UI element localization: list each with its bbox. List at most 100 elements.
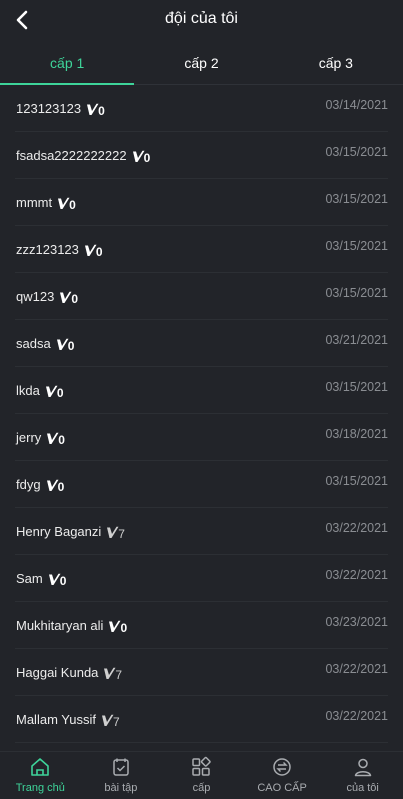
member-name: lkda 0 bbox=[16, 383, 64, 400]
nav-premium-label: CAO CẤP bbox=[257, 782, 307, 794]
user-icon bbox=[354, 758, 371, 777]
level-number: 0 bbox=[143, 151, 151, 165]
vip-v-icon bbox=[84, 244, 97, 256]
join-date: 03/22/2021 bbox=[325, 662, 388, 676]
level-number: 7 bbox=[115, 668, 123, 682]
exchange-icon bbox=[273, 758, 291, 776]
vip-v-icon bbox=[132, 150, 145, 162]
member-name: zzz123123 0 bbox=[16, 242, 103, 259]
member-name: fsadsa2222222222 0 bbox=[16, 148, 150, 165]
level-number: 0 bbox=[69, 198, 76, 212]
level-number: 7 bbox=[118, 527, 125, 541]
nav-premium[interactable]: CAO CẤP bbox=[242, 752, 323, 799]
join-date: 03/15/2021 bbox=[325, 380, 388, 394]
level-badge: 0 bbox=[59, 291, 78, 306]
member-row[interactable]: fdyg 0 03/15/2021 bbox=[15, 461, 388, 508]
member-row[interactable]: lkda 0 03/15/2021 bbox=[15, 367, 388, 414]
level-number: 0 bbox=[71, 292, 78, 306]
join-date: 03/15/2021 bbox=[325, 474, 388, 488]
level-number: 0 bbox=[57, 480, 65, 494]
member-name-text: qw123 bbox=[16, 289, 55, 304]
member-name: Mukhitaryan ali 0 bbox=[16, 618, 127, 635]
nav-level-label: cấp bbox=[192, 782, 211, 794]
nav-profile[interactable]: của tôi bbox=[322, 752, 403, 799]
nav-tasks[interactable]: bài tập bbox=[81, 752, 162, 799]
member-name: fdyg 0 bbox=[16, 477, 64, 494]
member-name-text: Haggai Kunda bbox=[16, 665, 99, 680]
member-row[interactable]: Mallam Yussif 7 03/22/2021 bbox=[15, 696, 388, 743]
level-number: 7 bbox=[112, 715, 120, 729]
level-badge: 0 bbox=[84, 244, 103, 259]
vip-v-icon bbox=[45, 385, 58, 397]
member-row[interactable]: sadsa 0 03/21/2021 bbox=[15, 320, 388, 367]
level-tabs: cấp 1 cấp 2 cấp 3 bbox=[0, 44, 403, 85]
member-name-text: sadsa bbox=[16, 336, 51, 351]
home-icon bbox=[31, 758, 50, 776]
member-row[interactable]: zzz123123 0 03/15/2021 bbox=[15, 226, 388, 273]
member-name: Sam 0 bbox=[16, 571, 66, 588]
member-row[interactable]: Haggai Kunda 7 03/22/2021 bbox=[15, 649, 388, 696]
member-row[interactable]: jerry 0 03/18/2021 bbox=[15, 414, 388, 461]
level-badge: 7 bbox=[101, 714, 120, 729]
join-date: 03/18/2021 bbox=[325, 427, 388, 441]
member-list: 123123123 0 03/14/2021 fsadsa2222222222 0 03/… bbox=[0, 85, 403, 751]
member-name-text: fdyg bbox=[16, 477, 41, 492]
join-date: 03/14/2021 bbox=[325, 98, 388, 112]
member-row[interactable]: Henry Baganzi 7 03/22/2021 bbox=[15, 508, 388, 555]
page-title: đội của tôi bbox=[165, 10, 238, 27]
member-row[interactable]: Mukhitaryan ali 0 03/23/2021 bbox=[15, 602, 388, 649]
join-date: 03/15/2021 bbox=[325, 192, 388, 206]
bottom-nav: Trang chủ bài tập cấp CAO CẤP của tôi bbox=[0, 751, 403, 799]
level-badge: 7 bbox=[103, 667, 122, 682]
member-name-text: zzz123123 bbox=[16, 242, 79, 257]
level-number: 0 bbox=[59, 574, 67, 588]
join-date: 03/22/2021 bbox=[325, 521, 388, 535]
level-number: 0 bbox=[98, 104, 105, 118]
join-date: 03/23/2021 bbox=[325, 615, 388, 629]
member-name: 123123123 0 bbox=[16, 101, 105, 118]
member-name: Haggai Kunda 7 bbox=[16, 665, 122, 682]
tab-level-1[interactable]: cấp 1 bbox=[0, 44, 135, 85]
member-name-text: fsadsa2222222222 bbox=[16, 148, 127, 163]
level-number: 0 bbox=[120, 621, 128, 635]
member-name-text: lkda bbox=[16, 383, 40, 398]
tab-level-2[interactable]: cấp 2 bbox=[134, 44, 268, 84]
member-row[interactable]: mmmt 0 03/15/2021 bbox=[15, 179, 388, 226]
member-name: jerry 0 bbox=[16, 430, 65, 447]
level-badge: 7 bbox=[106, 526, 125, 541]
tab-level-3[interactable]: cấp 3 bbox=[269, 44, 403, 84]
member-name-text: jerry bbox=[16, 430, 42, 445]
header: đội của tôi bbox=[0, 0, 403, 40]
nav-home-label: Trang chủ bbox=[15, 782, 65, 794]
vip-v-icon bbox=[46, 479, 59, 491]
nav-home[interactable]: Trang chủ bbox=[0, 752, 81, 799]
level-number: 0 bbox=[95, 245, 103, 259]
task-icon bbox=[113, 758, 129, 776]
level-badge: 0 bbox=[132, 150, 151, 165]
member-name: qw123 0 bbox=[16, 289, 78, 306]
member-name-text: Mukhitaryan ali bbox=[16, 618, 104, 633]
level-badge: 0 bbox=[57, 197, 76, 212]
nav-profile-label: của tôi bbox=[346, 782, 379, 794]
nav-level[interactable]: cấp bbox=[161, 752, 242, 799]
member-name: sadsa 0 bbox=[16, 336, 74, 353]
level-badge: 0 bbox=[56, 338, 74, 353]
join-date: 03/22/2021 bbox=[325, 568, 388, 582]
nav-tasks-label: bài tập bbox=[104, 782, 138, 794]
vip-v-icon bbox=[56, 338, 69, 350]
member-name-text: Henry Baganzi bbox=[16, 524, 102, 539]
level-number: 0 bbox=[56, 386, 64, 400]
member-row[interactable]: Gabrean Kashim Bakarish03/22/2021 bbox=[15, 743, 388, 751]
grid-icon bbox=[192, 756, 212, 776]
member-row[interactable]: qw123 0 03/15/2021 bbox=[15, 273, 388, 320]
member-row[interactable]: Sam 0 03/22/2021 bbox=[15, 555, 388, 602]
join-date: 03/21/2021 bbox=[325, 333, 388, 347]
member-row[interactable]: 123123123 0 03/14/2021 bbox=[15, 85, 388, 132]
member-name: Henry Baganzi 7 bbox=[16, 524, 125, 541]
member-row[interactable]: fsadsa2222222222 0 03/15/2021 bbox=[15, 132, 388, 179]
level-badge: 0 bbox=[86, 103, 105, 118]
member-name-text: Mallam Yussif bbox=[16, 712, 96, 727]
member-name-text: Sam bbox=[16, 571, 43, 586]
level-badge: 0 bbox=[45, 385, 64, 400]
level-badge: 0 bbox=[108, 620, 127, 635]
